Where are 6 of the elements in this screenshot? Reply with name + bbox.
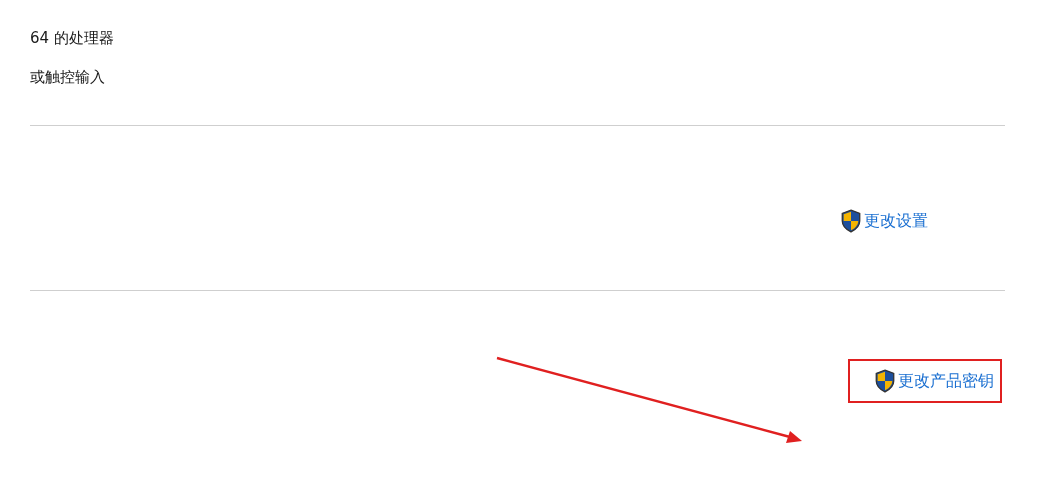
change-product-key-link[interactable]: 更改产品密钥 xyxy=(874,369,994,393)
shield-icon xyxy=(874,369,896,393)
shield-icon xyxy=(840,209,862,233)
system-info-text: 64 的处理器 xyxy=(30,28,115,49)
system-info-text: 或触控输入 xyxy=(30,67,106,88)
change-settings-link[interactable]: 更改设置 xyxy=(840,152,928,290)
